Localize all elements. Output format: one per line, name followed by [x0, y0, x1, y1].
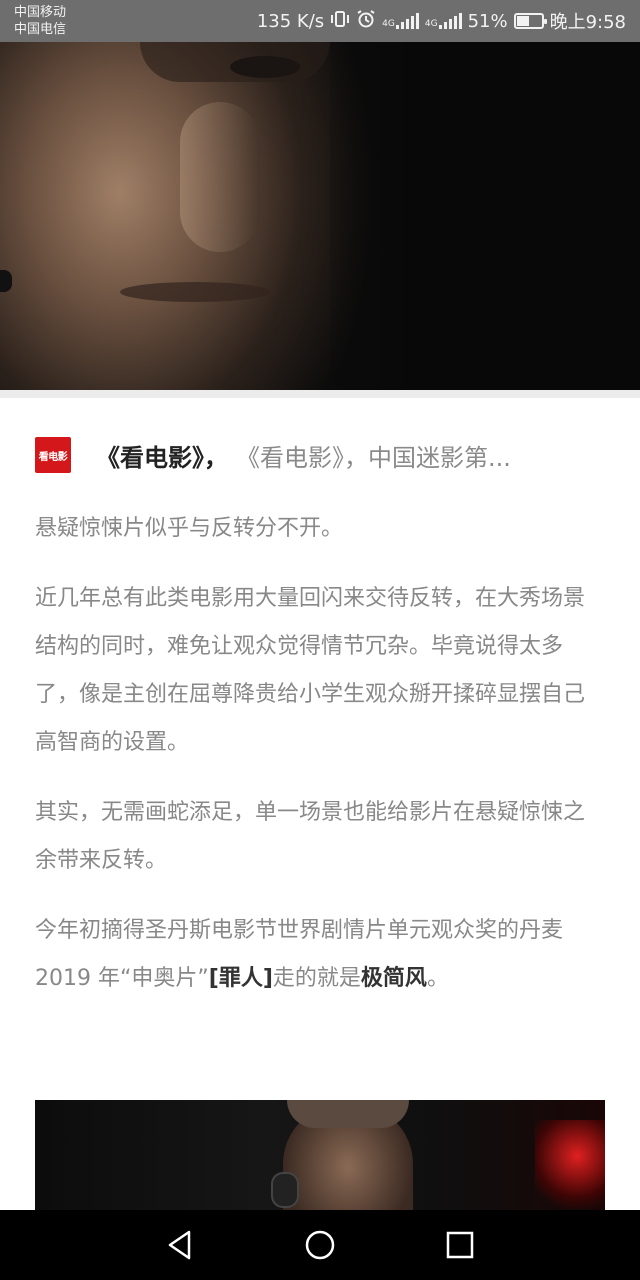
battery-icon [513, 13, 547, 29]
battery-level: 51% [467, 10, 508, 32]
signal-icon: 4G [425, 13, 462, 29]
carrier-info: 中国移动 中国电信 [14, 4, 66, 38]
film-title: [罪人] [208, 966, 273, 991]
paragraph-text: 走的就是 [272, 966, 361, 991]
article-paragraph: 近几年总有此类电影用大量回闪来交待反转，在大秀场景结构的同时，难免让观众觉得情节… [35, 586, 586, 755]
article-paragraph: 其实，无需画蛇添足，单一场景也能给影片在悬疑惊悚之余带来反转。 [35, 800, 586, 873]
status-bar: 中国移动 中国电信 135 K/s 4G 4G 51% 晚上9:58 [0, 0, 640, 42]
net-speed: 135 K/s [256, 10, 325, 32]
article-paragraph: 悬疑惊悚片似乎与反转分不开。 [35, 516, 344, 541]
style-highlight: 极简风 [360, 966, 427, 991]
signal-icon: 4G [382, 13, 419, 29]
source-row[interactable]: 看电影 《看电影》， 《看电影》，中国迷影第... [35, 437, 605, 473]
source-logo-text: 看电影 [38, 451, 68, 463]
recents-icon[interactable] [440, 1225, 480, 1265]
alarm-icon [356, 9, 376, 33]
section-divider [0, 390, 640, 398]
net-type-1: 4G [382, 19, 395, 29]
home-icon[interactable] [300, 1225, 340, 1265]
net-type-2: 4G [424, 19, 438, 29]
clock: 晚上9:58 [549, 12, 626, 33]
navigation-bar [0, 1210, 640, 1280]
paragraph-text: 。 [426, 966, 449, 991]
back-icon[interactable] [160, 1225, 200, 1265]
status-indicators: 135 K/s 4G 4G 51% 晚上9:58 [257, 8, 626, 34]
article-body: 悬疑惊悚片似乎与反转分不开。 近几年总有此类电影用大量回闪来交待反转，在大秀场景… [35, 505, 605, 1025]
article-hero-image[interactable] [0, 42, 640, 390]
source-logo[interactable]: 看电影 [35, 437, 71, 473]
source-name[interactable]: 《看电影》， [96, 438, 228, 473]
article-inline-image[interactable] [35, 1100, 605, 1210]
vibrate-icon [330, 10, 350, 33]
carrier-2: 中国电信 [14, 22, 67, 37]
carrier-1: 中国移动 [14, 5, 67, 20]
source-description: 《看电影》，中国迷影第... [236, 443, 511, 472]
article-paragraph: 今年初摘得圣丹斯电影节世界剧情片单元观众奖的丹麦 2019 年“申奥片”[罪人]… [35, 907, 605, 1003]
